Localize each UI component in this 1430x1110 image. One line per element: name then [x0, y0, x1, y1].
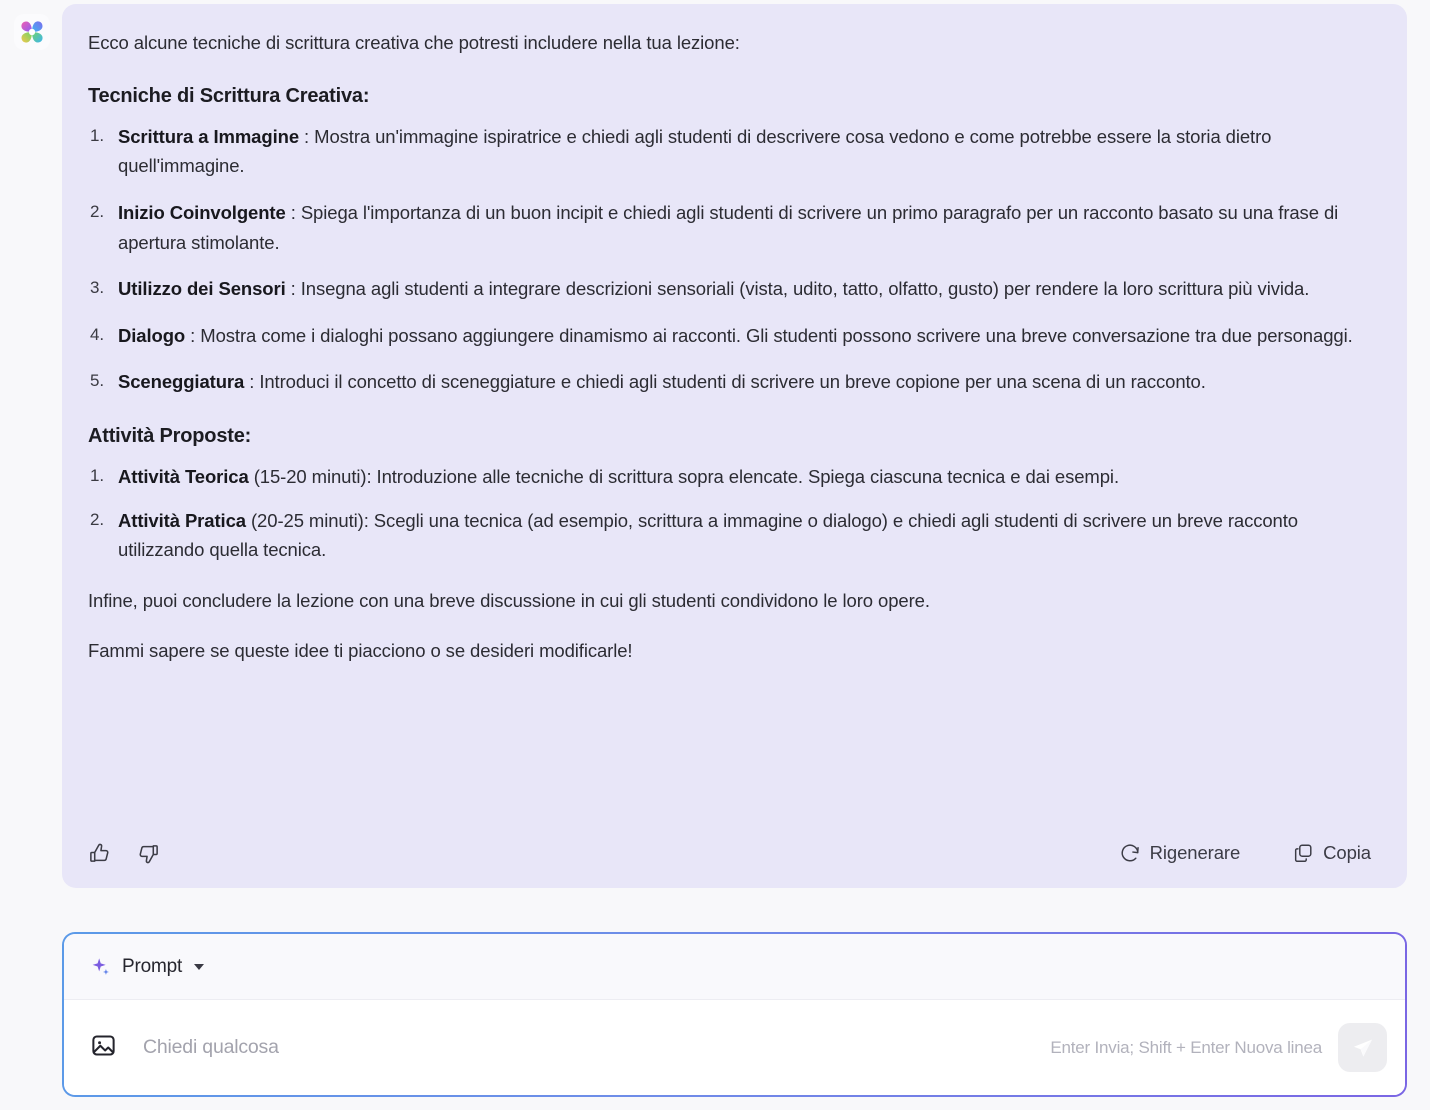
list-item-term: Attività Pratica — [118, 509, 246, 531]
ai-clover-icon — [21, 21, 43, 43]
list-item-term: Sceneggiatura — [118, 371, 245, 393]
heading-activities: Attività Proposte: — [88, 424, 252, 447]
list-item-term: Attività Teorica — [118, 465, 249, 487]
composer-body: Enter Invia; Shift + Enter Nuova linea — [64, 1000, 1405, 1095]
list-item: Dialogo : Mostra come i dialoghi possano… — [88, 321, 1367, 351]
prompt-mode-selector[interactable]: Prompt — [90, 955, 205, 978]
message-intro: Ecco alcune tecniche di scrittura creati… — [88, 32, 740, 53]
techniques-list: Scrittura a Immagine : Mostra un'immagin… — [88, 122, 1367, 397]
message-actions: Rigenerare Copia — [88, 836, 1371, 870]
thumbs-up-button[interactable] — [88, 842, 111, 865]
list-item-sep: : — [185, 324, 201, 346]
image-icon — [92, 1034, 115, 1056]
list-item: Sceneggiatura : Introduci il concetto di… — [88, 367, 1367, 397]
list-item: Scrittura a Immagine : Mostra un'immagin… — [88, 122, 1367, 181]
list-item-text: (15-20 minuti): Introduzione alle tecnic… — [253, 465, 1119, 487]
regenerate-label: Rigenerare — [1149, 842, 1241, 863]
list-item-term: Utilizzo dei Sensori — [118, 278, 286, 300]
copy-icon — [1295, 844, 1312, 862]
ask-input[interactable] — [143, 1036, 1051, 1059]
send-icon — [1353, 1039, 1372, 1057]
list-item-text: Spiega l'importanza di un buon incipit e… — [118, 202, 1339, 253]
thumbs-up-icon — [90, 843, 109, 862]
followup-paragraph: Fammi sapere se queste idee ti piacciono… — [88, 639, 633, 661]
list-item-sep: : — [299, 125, 315, 147]
list-item: Inizio Coinvolgente : Spiega l'importanz… — [88, 198, 1367, 257]
chevron-down-icon — [194, 963, 205, 970]
list-item: Attività Pratica (20-25 minuti): Scegli … — [88, 506, 1367, 565]
composer-panel: Prompt Enter Invia; Shift + Enter Nuova … — [62, 932, 1407, 1097]
closing-paragraph: Infine, puoi concludere la lezione con u… — [88, 589, 930, 611]
activities-list: Attività Teorica (15-20 minuti): Introdu… — [88, 462, 1367, 565]
copy-label: Copia — [1323, 842, 1371, 863]
chat-page: Ecco alcune tecniche di scrittura creati… — [0, 0, 1430, 1110]
copy-button[interactable]: Copia — [1292, 842, 1371, 864]
thumbs-down-button[interactable] — [137, 842, 160, 865]
list-item: Utilizzo dei Sensori : Insegna agli stud… — [88, 274, 1367, 304]
composer-header: Prompt — [64, 934, 1405, 1000]
refresh-icon — [1121, 844, 1139, 862]
sparkle-icon — [92, 957, 109, 975]
thumbs-down-icon — [139, 844, 158, 863]
regenerate-button[interactable]: Rigenerare — [1119, 842, 1241, 864]
list-item-text: Introduci il concetto di sceneggiature e… — [259, 371, 1206, 393]
send-button[interactable] — [1338, 1023, 1387, 1072]
list-item-term: Scrittura a Immagine — [118, 125, 300, 147]
list-item-sep: : — [285, 202, 301, 223]
list-item-text: Insegna agli studenti a integrare descri… — [300, 278, 1310, 300]
list-item-term: Inizio Coinvolgente — [118, 202, 286, 223]
attach-image-button[interactable] — [90, 1032, 117, 1064]
list-item-sep: : — [285, 278, 301, 300]
assistant-avatar — [14, 14, 50, 50]
list-item-sep: : — [244, 371, 260, 393]
list-item: Attività Teorica (15-20 minuti): Introdu… — [88, 462, 1367, 492]
list-item-text: Mostra come i dialoghi possano aggiunger… — [200, 324, 1353, 346]
list-item-text: (20-25 minuti): Scegli una tecnica (ad e… — [118, 509, 1298, 561]
keyboard-hint: Enter Invia; Shift + Enter Nuova linea — [1050, 1037, 1322, 1057]
prompt-mode-label: Prompt — [122, 955, 183, 977]
assistant-message-bubble: Ecco alcune tecniche di scrittura creati… — [62, 4, 1407, 888]
list-item-term: Dialogo — [118, 324, 186, 346]
heading-techniques: Tecniche di Scrittura Creativa: — [88, 84, 370, 107]
